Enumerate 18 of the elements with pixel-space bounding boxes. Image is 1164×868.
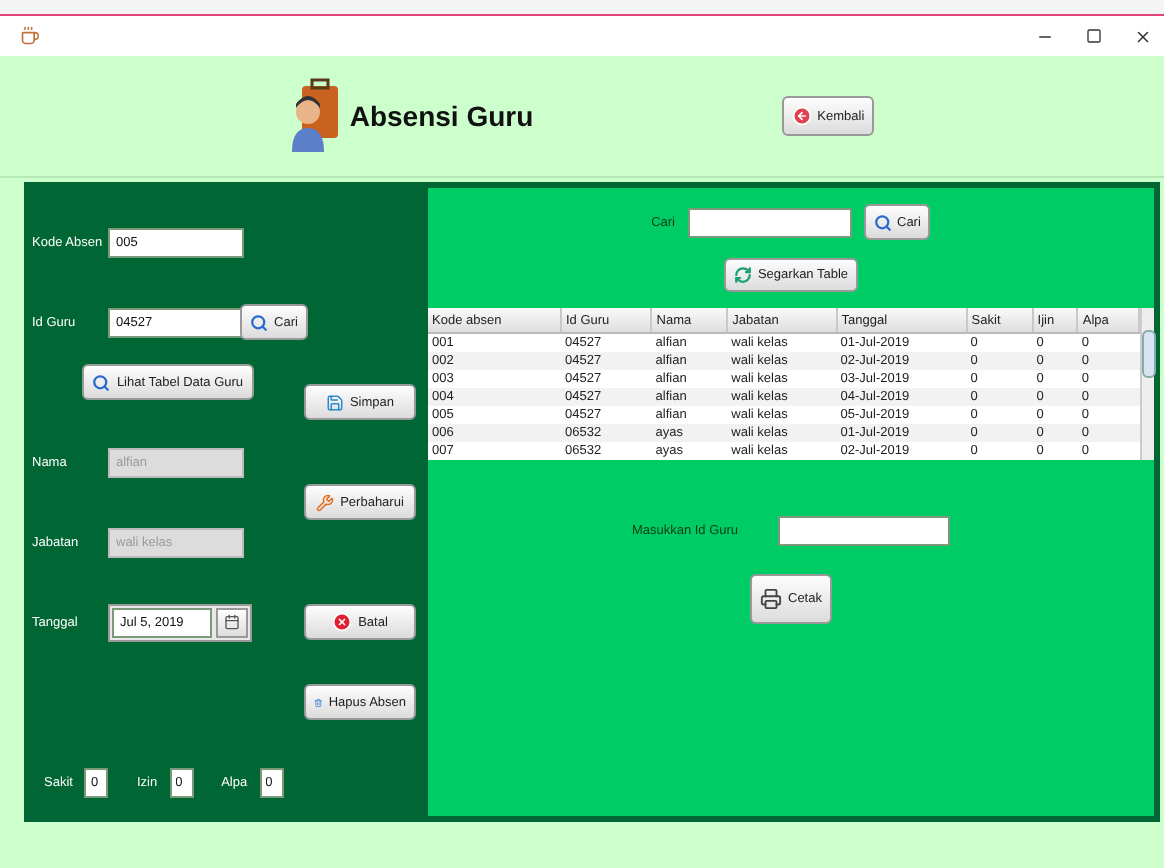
page-title: Absensi Guru: [349, 100, 534, 132]
close-circle-icon: [332, 612, 353, 632]
print-id-field[interactable]: [778, 516, 951, 546]
search-icon: [873, 213, 891, 231]
trash-icon: [314, 693, 323, 711]
printer-icon: [760, 588, 782, 610]
refresh-icon: [733, 266, 752, 284]
scrollbar[interactable]: [1140, 308, 1154, 460]
search-field[interactable]: [687, 207, 851, 237]
calendar-button[interactable]: [216, 607, 248, 637]
app-icon: [20, 26, 40, 46]
maximize-icon[interactable]: [1086, 28, 1102, 44]
wrench-icon: [316, 493, 335, 511]
search-icon: [92, 373, 111, 391]
teacher-with-briefcase-icon: [289, 78, 342, 154]
calendar-icon: [224, 614, 240, 630]
search-icon: [250, 313, 269, 331]
close-icon[interactable]: [1134, 27, 1152, 45]
